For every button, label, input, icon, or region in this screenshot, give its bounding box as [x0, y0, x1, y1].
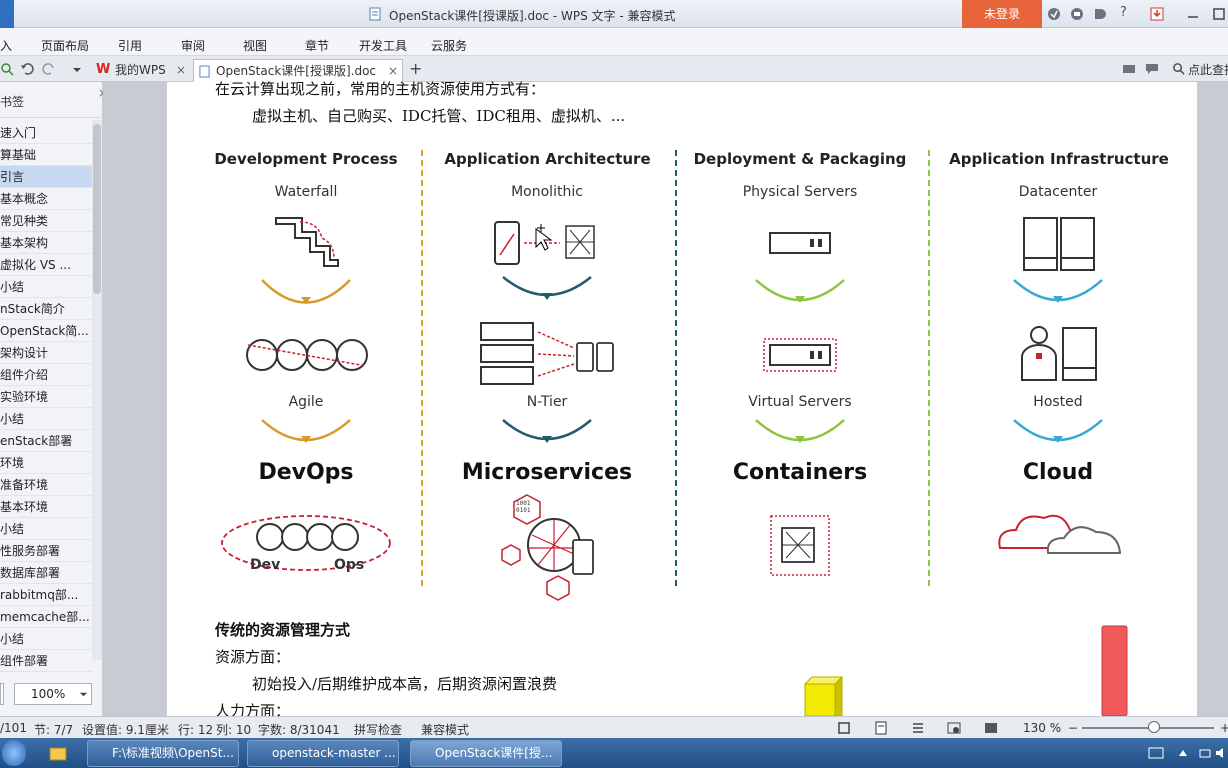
status-col: 列: 10 — [216, 723, 252, 737]
zoom-slider[interactable] — [1082, 721, 1214, 733]
status-zoom[interactable]: 130 % — [1023, 721, 1061, 735]
web-view-icon[interactable] — [947, 721, 961, 735]
taskbar-item-label: OpenStack课件[授... — [435, 746, 553, 760]
figure-icons — [221, 217, 1128, 717]
label-ops: Ops — [334, 557, 365, 573]
waterfall-icon — [275, 217, 339, 267]
yellow-box-shape — [803, 675, 844, 717]
taskbar-item-label: openstack-master ... — [272, 746, 396, 760]
red-bar-shape — [1101, 625, 1128, 717]
status-row: 行: 12 — [178, 723, 214, 737]
datacenter-icon — [1023, 217, 1095, 271]
volume-icon[interactable] — [1214, 746, 1228, 760]
text-resource-aspect: 资源方面： — [215, 648, 291, 666]
taskbar-item-label: F:\标准视频\OpenSt... — [112, 746, 234, 760]
keyboard-icon[interactable] — [1148, 747, 1164, 759]
fullscreen-icon[interactable] — [837, 721, 851, 735]
virtual-server-icon — [763, 338, 837, 372]
network-icon[interactable] — [1198, 746, 1212, 760]
reading-mode-icon[interactable] — [984, 721, 998, 735]
taskbar-item-openstack-master[interactable]: openstack-master ... — [247, 740, 399, 767]
binary-label: 1001 0101 — [516, 500, 531, 514]
heading-traditional-management: 传统的资源管理方式 — [215, 621, 351, 639]
status-wordcount[interactable]: 字数: 8/31041 — [258, 721, 340, 738]
status-section: 节: 7/7 — [34, 723, 74, 737]
status-bar: /101 节: 7/7 设置值: 9.1厘米 行: 12 列: 10 字数: 8… — [0, 716, 1228, 738]
text-people-aspect: 人力方面： — [215, 702, 291, 716]
hosted-icon — [1021, 326, 1097, 381]
container-icon — [770, 515, 830, 576]
outline-view-icon[interactable] — [911, 721, 925, 735]
status-spell-check[interactable]: 拼写检查 — [354, 721, 402, 738]
zoom-in-button[interactable]: + — [1220, 721, 1228, 735]
n-tier-icon — [480, 322, 614, 385]
taskbar-item-wps-doc[interactable]: OpenStack课件[授... — [410, 740, 562, 767]
windows-taskbar: F:\标准视频\OpenSt... openstack-master ... O… — [0, 738, 1228, 768]
tray-arrow-icon[interactable] — [1178, 748, 1188, 758]
agile-cycles-icon — [246, 339, 368, 371]
cloud-icon — [998, 514, 1122, 554]
status-page[interactable]: /101 — [0, 721, 27, 735]
physical-server-icon — [769, 232, 831, 254]
page-view-icon[interactable] — [874, 721, 888, 735]
text-cost: 初始投入/后期维护成本高，后期资源闲置浪费 — [252, 675, 558, 693]
bracket-arc — [502, 276, 592, 297]
taskbar-item-explorer[interactable]: F:\标准视频\OpenSt... — [87, 740, 239, 767]
explorer-icon[interactable] — [48, 743, 68, 763]
wps-window: OpenStack课件[授课版].doc - WPS 文字 - 兼容模式 未登录… — [0, 0, 1228, 768]
devops-loop-icon — [221, 515, 391, 571]
status-compat-mode: 兼容模式 — [421, 723, 470, 737]
zoom-out-button[interactable]: − — [1068, 721, 1078, 735]
status-setting: 设置值: 9.1厘米 — [82, 723, 169, 737]
zoom-slider-thumb[interactable] — [1148, 721, 1160, 733]
label-dev: Dev — [250, 557, 281, 573]
bracket-arrow-icon — [542, 293, 552, 300]
mouse-cursor-icon — [535, 224, 553, 251]
start-button[interactable] — [2, 740, 26, 766]
